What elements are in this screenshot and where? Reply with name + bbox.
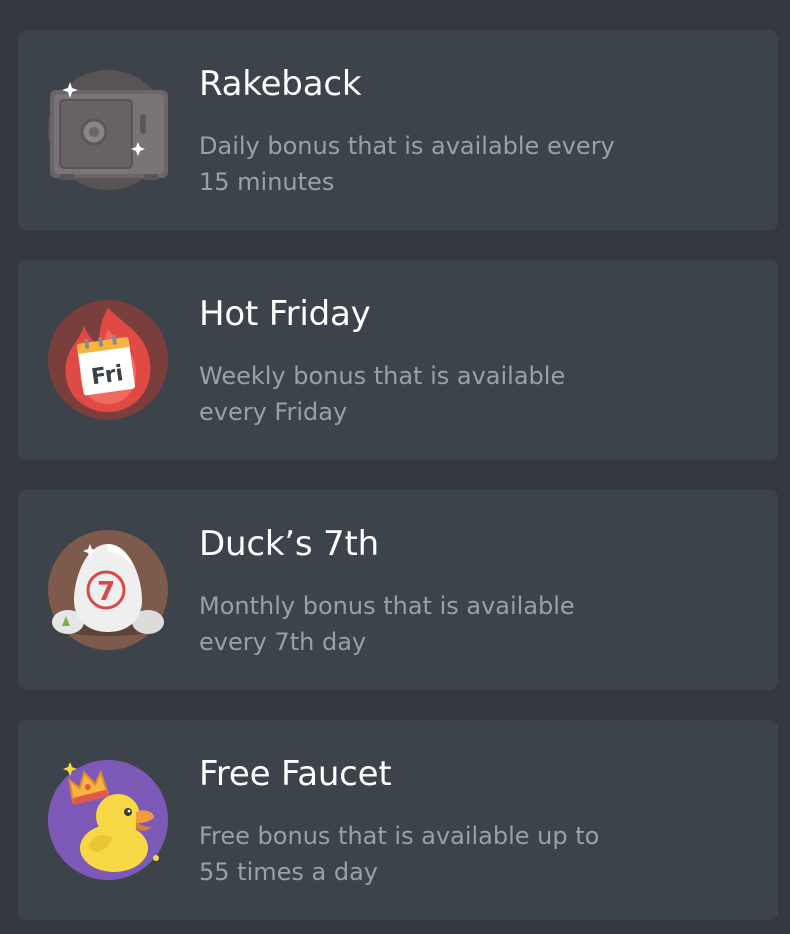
fire-calendar-icon: Fri: [48, 300, 168, 420]
bonus-card-free-faucet[interactable]: Free Faucet Free bonus that is available…: [18, 720, 778, 920]
bonus-title: Duck’s 7th: [199, 524, 379, 564]
bonus-card-rakeback[interactable]: Rakeback Daily bonus that is available e…: [18, 30, 778, 230]
bonus-description: Free bonus that is available up to 55 ti…: [199, 822, 600, 886]
bonus-card-hot-friday[interactable]: Fri Hot Friday Weekly bonus that is avai…: [18, 260, 778, 460]
egg-number-label: 7: [97, 577, 115, 607]
egg-seven-icon: 7: [48, 530, 168, 650]
safe-icon: [48, 70, 168, 190]
bonus-title: Rakeback: [199, 64, 362, 104]
bonus-description: Weekly bonus that is available every Fri…: [199, 362, 566, 426]
crowned-duck-icon: [48, 760, 168, 880]
bonus-description: Monthly bonus that is available every 7t…: [199, 592, 575, 656]
bonus-description: Daily bonus that is available every 15 m…: [199, 132, 615, 196]
bonus-card-ducks-7th[interactable]: 7 Duck’s 7th Monthly bonus that is avail…: [18, 490, 778, 690]
bonus-title: Hot Friday: [199, 294, 371, 334]
bonus-title: Free Faucet: [199, 754, 392, 794]
calendar-day-label: Fri: [90, 361, 125, 390]
